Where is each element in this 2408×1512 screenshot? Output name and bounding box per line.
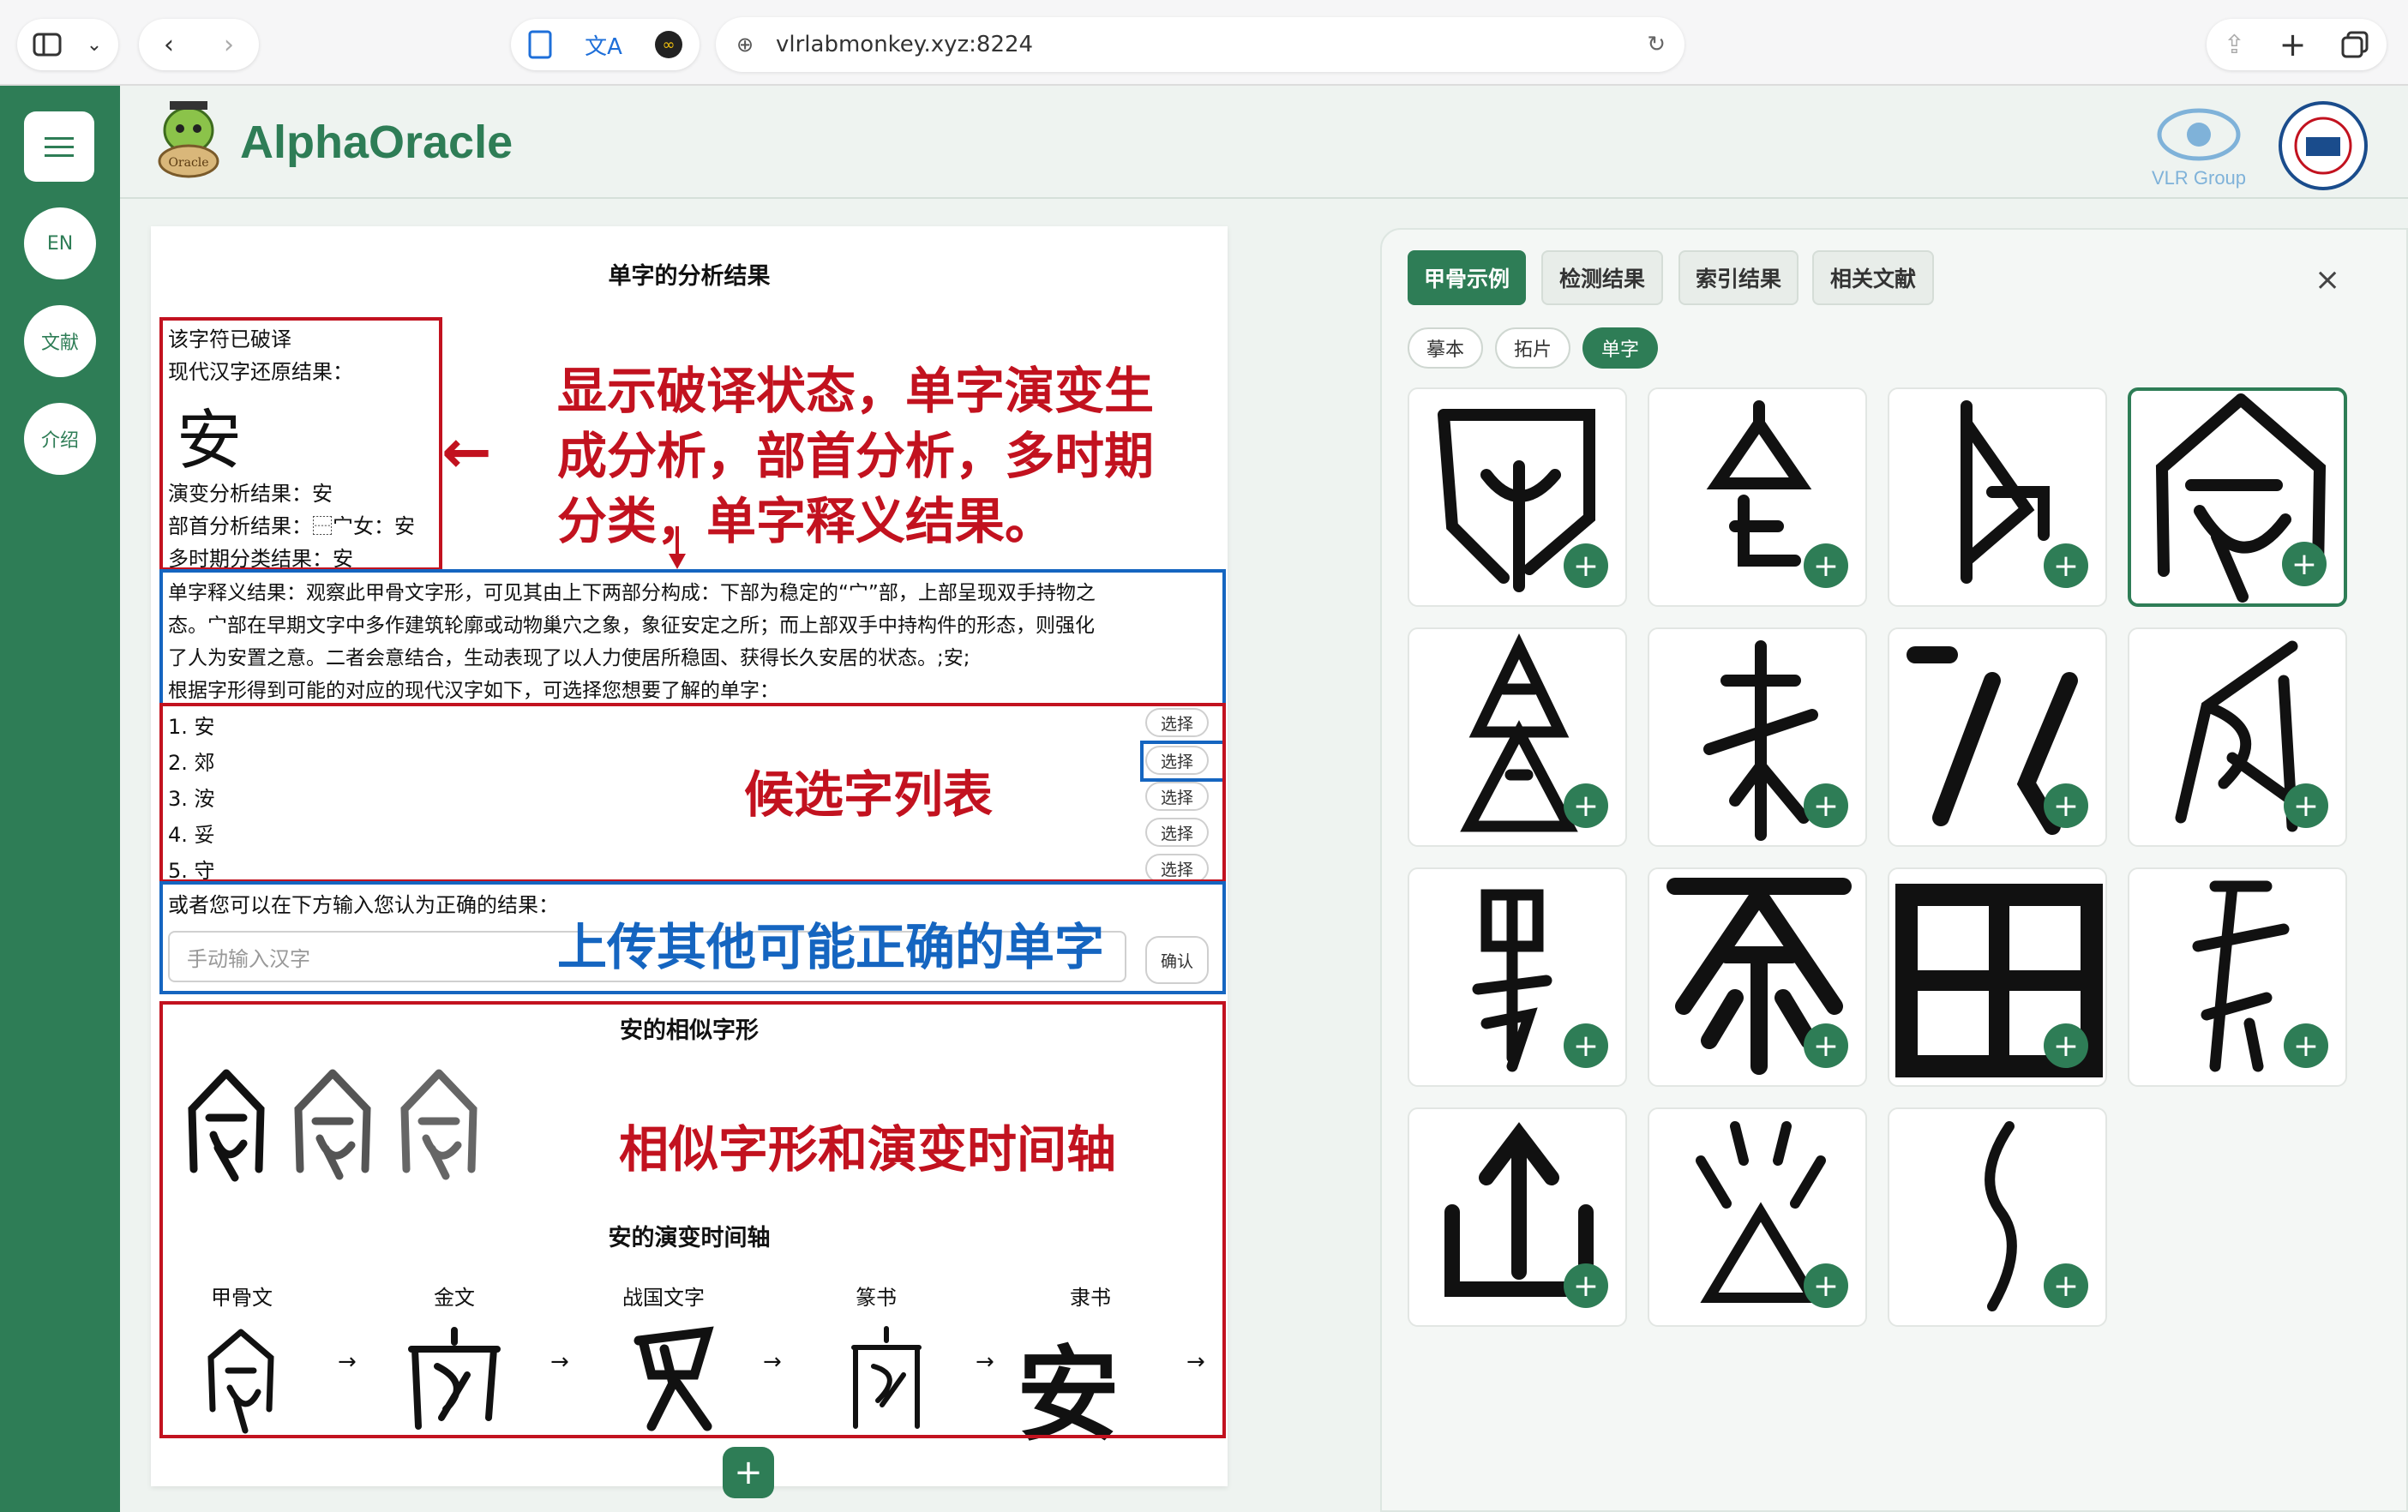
window-actions: ⇪ + (2207, 19, 2387, 70)
annotation-down-arrow (667, 526, 688, 573)
forward-icon[interactable]: › (199, 30, 259, 60)
back-icon[interactable]: ‹ (139, 30, 199, 60)
vlr-group-text: VLR Group (2151, 167, 2247, 189)
add-icon[interactable]: + (2284, 783, 2328, 828)
add-icon[interactable]: + (2044, 1263, 2088, 1308)
status-highlight-box (159, 317, 442, 571)
oracle-card-4[interactable]: + (2128, 387, 2347, 607)
candidates-highlight-box (159, 703, 1226, 883)
intro-button[interactable]: 介绍 (24, 403, 96, 475)
browser-toolbar: ⌄ ‹ › 文A ∞ ⊕ vlrlabmonkey.xyz:8224 ↻ ⇪ + (0, 0, 2408, 86)
oracle-card-14[interactable]: + (1648, 1107, 1867, 1327)
url-text: vlrlabmonkey.xyz:8224 (776, 32, 1034, 57)
extension-group: 文A ∞ (511, 19, 700, 70)
app-title: AlphaOracle (240, 117, 513, 168)
subtab-single-char[interactable]: 单字 (1582, 327, 1658, 369)
language-button[interactable]: EN (24, 207, 96, 279)
add-icon[interactable]: + (1804, 1023, 1848, 1068)
sidebar-toggle-group[interactable]: ⌄ (17, 19, 118, 70)
add-icon[interactable]: + (2284, 1023, 2328, 1068)
tab-related-literature[interactable]: 相关文献 (1812, 250, 1934, 305)
share-icon[interactable]: ⇪ (2224, 30, 2245, 60)
vlr-group-logo: VLR Group (2135, 99, 2263, 193)
address-bar[interactable]: ⊕ vlrlabmonkey.xyz:8224 ↻ (716, 17, 1684, 72)
add-icon[interactable]: + (1564, 1023, 1608, 1068)
oracle-card-15[interactable]: + (1888, 1107, 2107, 1327)
literature-button[interactable]: 文献 (24, 305, 96, 377)
annotation-status-line-3: 分类，单字释义结果。 (557, 492, 1055, 550)
tab-detection-results[interactable]: 检测结果 (1541, 250, 1663, 305)
new-tab-icon[interactable]: + (2279, 26, 2307, 63)
annotation-upload: 上传其他可能正确的单字 (557, 918, 1105, 976)
annotation-candidates: 候选字列表 (744, 765, 994, 824)
globe-icon: ⊕ (736, 33, 754, 57)
add-icon[interactable]: + (2282, 542, 2327, 586)
oracle-card-9[interactable]: + (1408, 867, 1627, 1087)
annotation-left-arrow: ← (441, 417, 492, 487)
add-icon[interactable]: + (2044, 1023, 2088, 1068)
turtle-logo: Oracle (146, 96, 231, 182)
svg-text:∞: ∞ (663, 36, 676, 54)
reload-icon[interactable]: ↻ (1647, 32, 1666, 57)
translate-icon[interactable]: 文A (585, 29, 622, 61)
add-icon[interactable]: + (1804, 543, 1848, 588)
analysis-title: 单字的分析结果 (608, 263, 771, 289)
extension-icon[interactable]: ∞ (654, 30, 683, 59)
oracle-card-5[interactable]: + (1408, 627, 1627, 847)
oracle-card-12[interactable]: + (2128, 867, 2347, 1087)
annotation-status: 显示破译状态，单字演变生 成分析，部首分析，多时期 分类，单字释义结果。 (557, 358, 1154, 554)
annotation-status-line-1: 显示破译状态，单字演变生 (557, 362, 1155, 420)
oracle-card-13[interactable]: + (1408, 1107, 1627, 1327)
oracle-card-11[interactable]: + (1888, 867, 2107, 1087)
sidebar-toggle-icon[interactable] (17, 33, 77, 57)
tabs-overview-icon[interactable] (2340, 30, 2369, 59)
oracle-card-6[interactable]: + (1648, 627, 1867, 847)
chevron-down-icon[interactable]: ⌄ (77, 34, 111, 56)
oracle-card-3[interactable]: + (1888, 387, 2107, 607)
add-fab-button[interactable]: + (723, 1447, 774, 1498)
oracle-card-8[interactable]: + (2128, 627, 2347, 847)
oracle-card-1[interactable]: + (1408, 387, 1627, 607)
add-icon[interactable]: + (1564, 1263, 1608, 1308)
nav-button-group: ‹ › (139, 19, 259, 70)
oracle-card-10[interactable]: + (1648, 867, 1867, 1087)
hamburger-icon (45, 137, 74, 157)
similar-highlight-box (159, 1001, 1226, 1438)
university-seal (2267, 99, 2379, 193)
menu-button[interactable] (24, 111, 94, 182)
subtab-copy[interactable]: 摹本 (1408, 327, 1483, 369)
add-icon[interactable]: + (2044, 543, 2088, 588)
oracle-card-7[interactable]: + (1888, 627, 2107, 847)
add-icon[interactable]: + (1564, 783, 1608, 828)
close-icon[interactable]: × (2315, 262, 2340, 297)
add-icon[interactable]: + (1804, 783, 1848, 828)
add-icon[interactable]: + (1804, 1263, 1848, 1308)
add-icon[interactable]: + (2044, 783, 2088, 828)
meaning-highlight-box (159, 569, 1226, 706)
annotation-status-line-2: 成分析，部首分析，多时期 (557, 427, 1155, 485)
document-icon[interactable] (527, 30, 553, 59)
add-icon[interactable]: + (1564, 543, 1608, 588)
tab-index-results[interactable]: 索引结果 (1678, 250, 1798, 305)
app-sidebar (0, 86, 120, 1512)
subtab-rubbing[interactable]: 拓片 (1495, 327, 1570, 369)
tab-oracle-examples[interactable]: 甲骨示例 (1408, 250, 1526, 305)
svg-text:Oracle: Oracle (168, 156, 208, 170)
annotation-similar: 相似字形和演变时间轴 (619, 1120, 1117, 1179)
oracle-card-2[interactable]: + (1648, 387, 1867, 607)
